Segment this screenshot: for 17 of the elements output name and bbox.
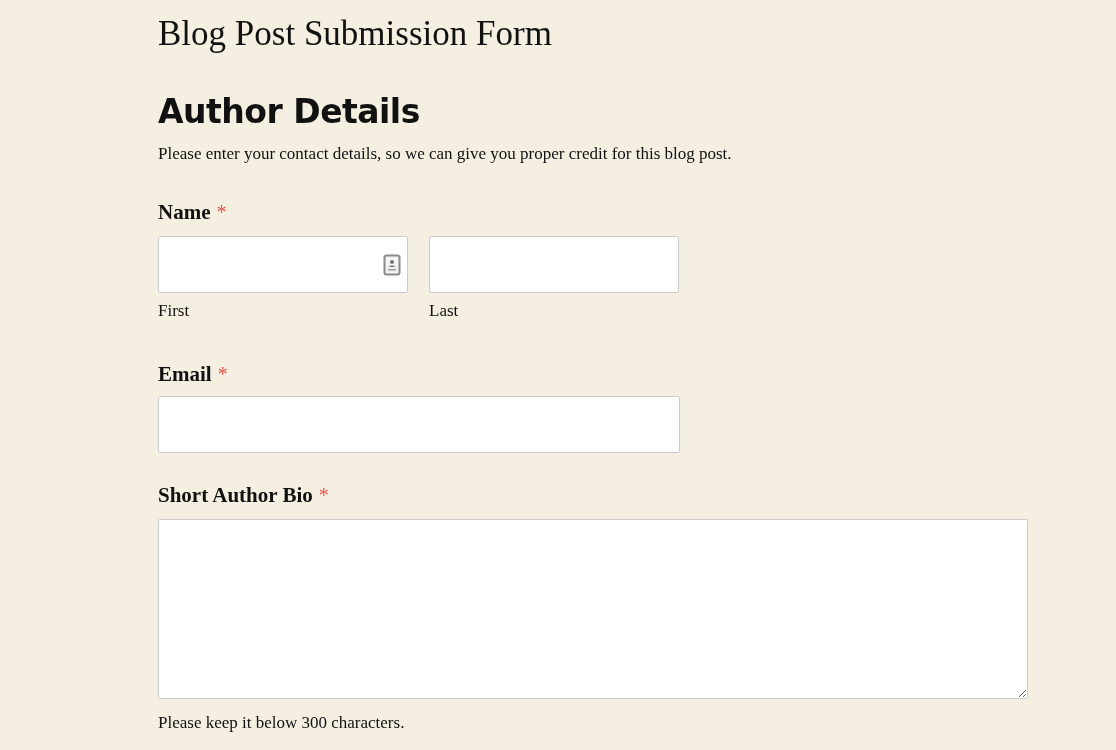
bio-textarea[interactable] (158, 519, 1028, 699)
text-input[interactable] (429, 236, 679, 293)
required-mark: * (217, 362, 228, 387)
email-input[interactable] (158, 396, 680, 453)
field-label: Name (158, 199, 211, 226)
page-title: Blog Post Submission Form (158, 13, 553, 55)
sub-label: Last (429, 300, 460, 322)
required-mark: * (216, 200, 227, 225)
text-input[interactable] (158, 236, 408, 293)
field-label: Email (158, 361, 212, 388)
section-heading: Author Details (158, 92, 421, 132)
sub-label: First (158, 300, 191, 322)
field-label: Short Author Bio (158, 482, 313, 509)
help-text: Please keep it below 300 characters. (158, 712, 406, 734)
required-mark: * (318, 483, 329, 508)
section-description: Please enter your contact details, so we can give you proper credit for this blog post. (158, 143, 733, 165)
contact-card-icon[interactable] (383, 253, 401, 276)
